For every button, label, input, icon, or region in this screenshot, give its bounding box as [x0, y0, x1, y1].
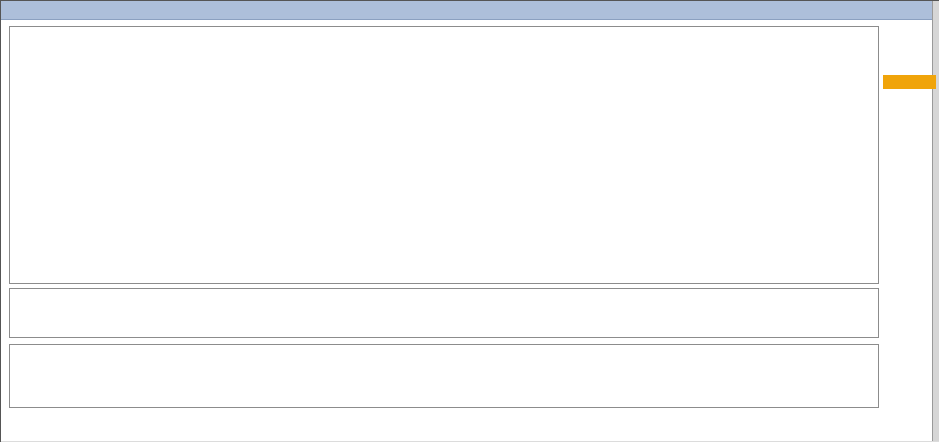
- window-right-edge: [932, 1, 939, 442]
- current-price-badge: [883, 75, 936, 89]
- rsi-panel[interactable]: [9, 344, 879, 408]
- macd-chart-svg[interactable]: [10, 289, 878, 337]
- macd-panel[interactable]: [9, 288, 879, 338]
- indicator-legend[interactable]: [12, 30, 18, 42]
- price-chart-panel[interactable]: [9, 26, 879, 284]
- chart-window: [0, 0, 939, 442]
- price-chart-svg[interactable]: [10, 27, 878, 283]
- rsi-chart-svg[interactable]: [10, 345, 878, 407]
- title-bar[interactable]: [1, 1, 933, 20]
